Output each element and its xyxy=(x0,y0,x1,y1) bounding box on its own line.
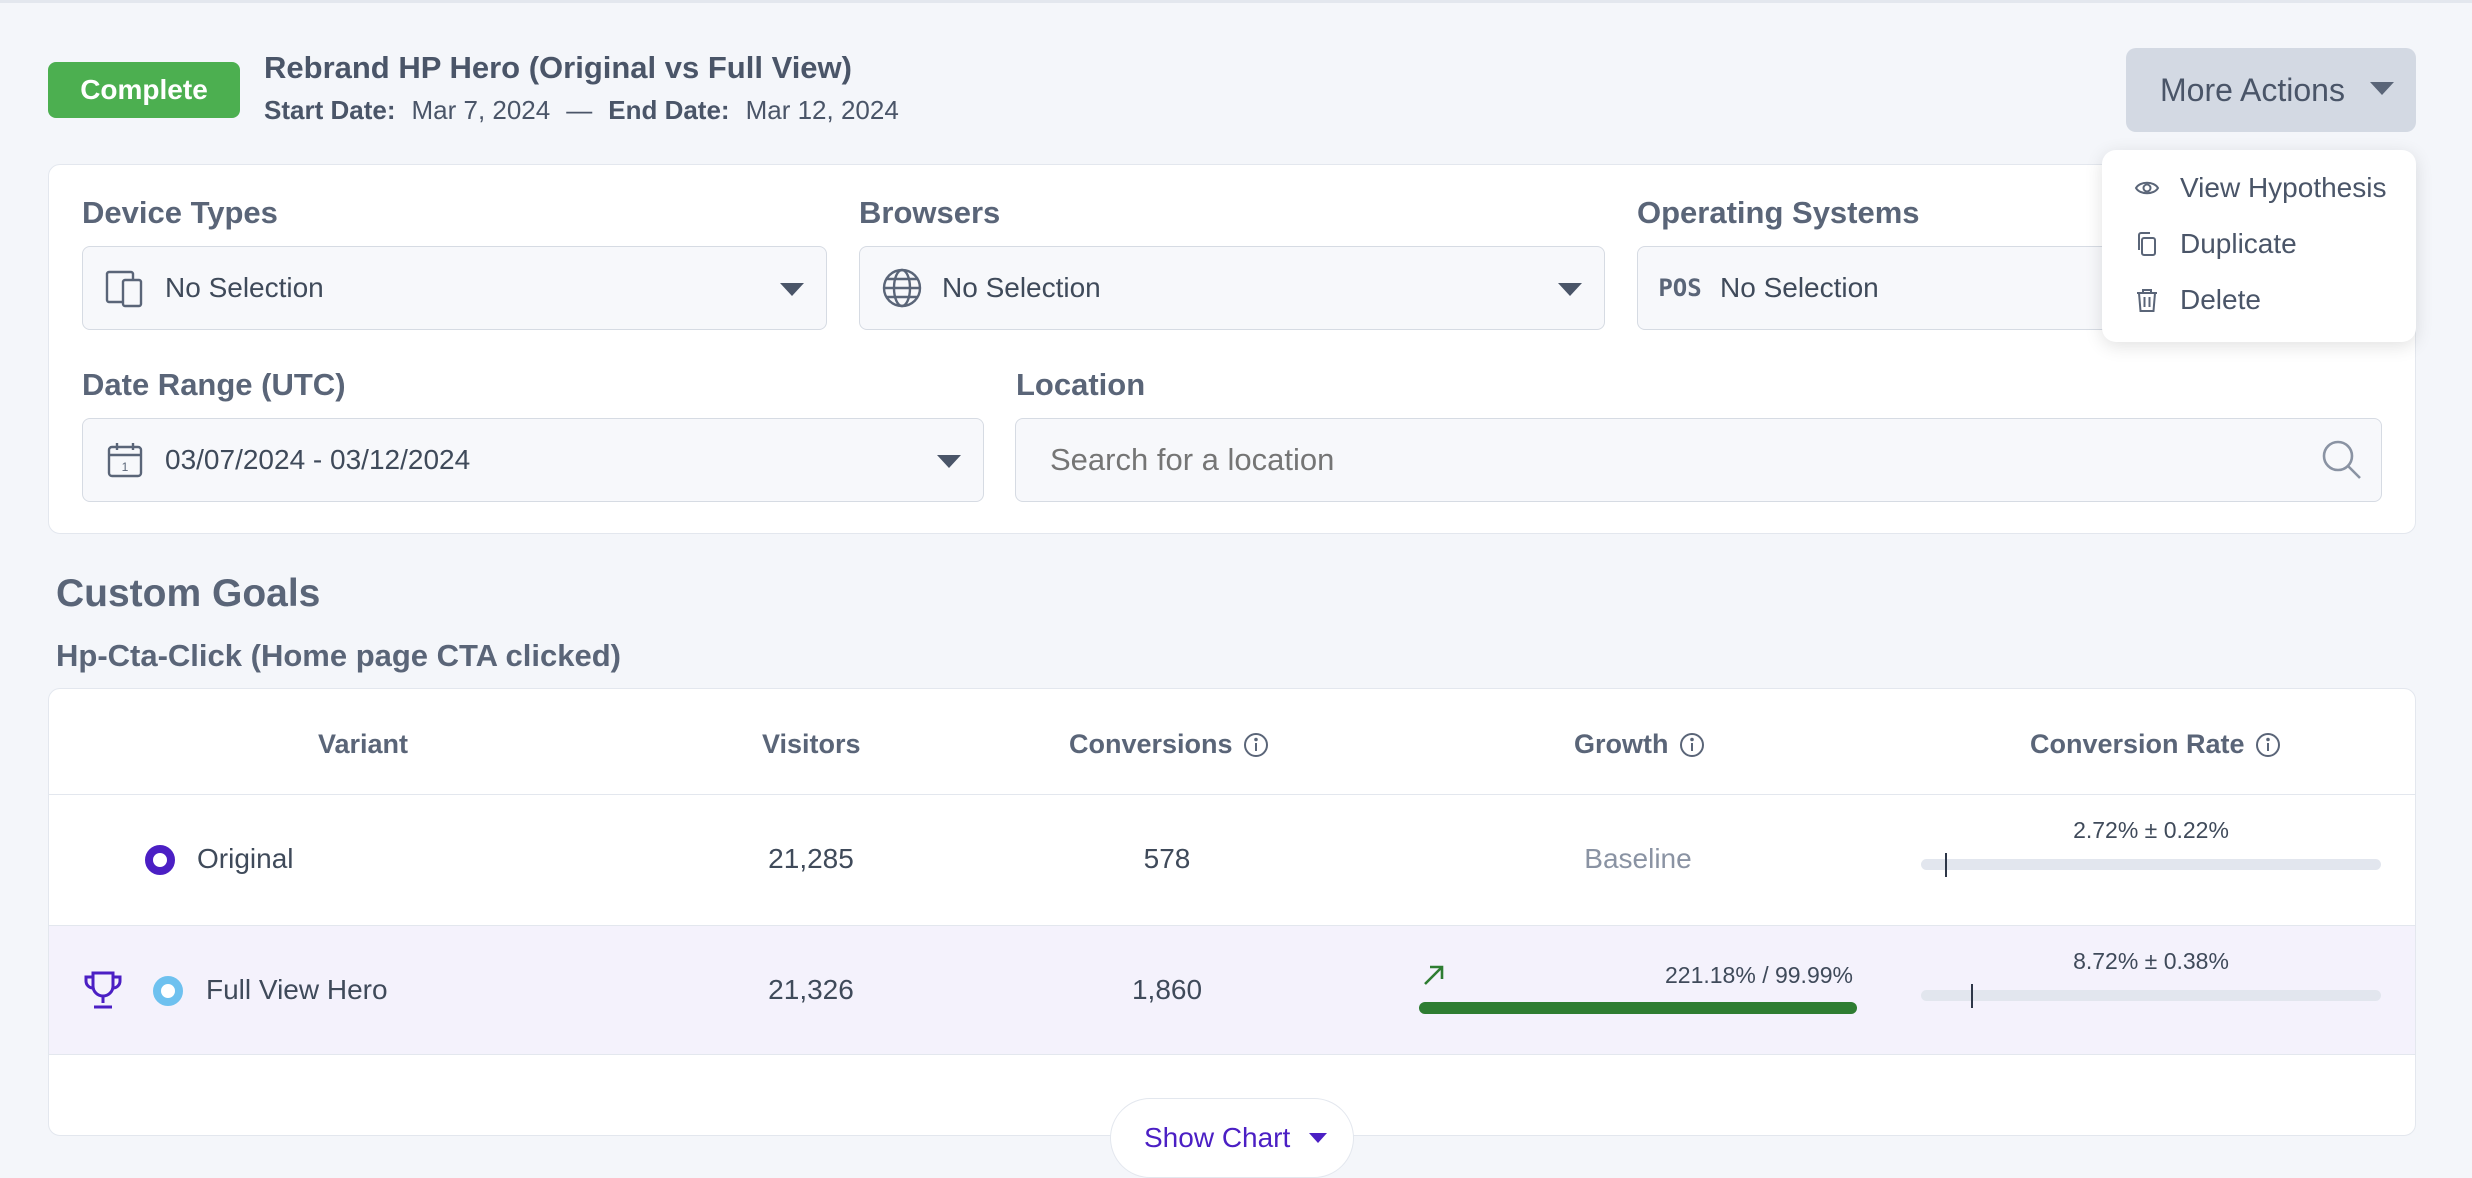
chevron-down-icon xyxy=(1309,1133,1327,1143)
column-header-visitors: Visitors xyxy=(762,729,861,760)
conversion-rate-bar xyxy=(1921,853,2381,877)
column-header-conversion-rate: Conversion Rate xyxy=(2030,729,2281,760)
experiment-dates: Start Date: Mar 7, 2024 — End Date: Mar … xyxy=(264,95,915,126)
date-range-value: 03/07/2024 - 03/12/2024 xyxy=(165,444,471,475)
growth-baseline: Baseline xyxy=(1584,843,1692,874)
globe-icon xyxy=(880,266,924,310)
end-date-label: End Date: xyxy=(608,95,730,125)
column-header-conversions: Conversions xyxy=(1069,729,1269,760)
device-types-value: No Selection xyxy=(165,272,324,303)
end-date-value: Mar 12, 2024 xyxy=(745,95,899,125)
visitors-value: 21,285 xyxy=(768,843,854,874)
date-separator: — xyxy=(566,95,593,125)
goal-title: Hp-Cta-Click (Home page CTA clicked) xyxy=(56,638,621,673)
chevron-down-icon xyxy=(780,283,804,296)
status-badge: Complete xyxy=(48,62,240,118)
menu-item-duplicate[interactable]: Duplicate xyxy=(2134,228,2297,260)
section-title: Custom Goals xyxy=(56,572,321,615)
top-divider xyxy=(0,0,2472,3)
conversions-value: 578 xyxy=(1143,843,1191,874)
variant-name: Original xyxy=(197,843,294,874)
trophy-icon xyxy=(84,971,122,1009)
browsers-value: No Selection xyxy=(942,272,1101,303)
location-search-input[interactable] xyxy=(1015,418,2382,502)
more-actions-label: More Actions xyxy=(2160,71,2345,108)
variant-name: Full View Hero xyxy=(206,974,388,1005)
date-range-label: Date Range (UTC) xyxy=(82,367,346,402)
svg-text:1: 1 xyxy=(122,460,129,474)
trash-icon xyxy=(2137,289,2157,312)
info-icon[interactable] xyxy=(1679,732,1705,758)
os-icon: POS xyxy=(1658,274,1702,302)
menu-item-label: Duplicate xyxy=(2180,228,2297,259)
conversion-rate-value: 2.72% ± 0.22% xyxy=(2073,817,2229,843)
info-icon[interactable] xyxy=(1243,732,1269,758)
column-header-growth: Growth xyxy=(1574,729,1705,760)
table-row: Full View Hero 21,326 1,860 221.18% / 99… xyxy=(49,925,2415,1055)
browsers-select[interactable]: No Selection xyxy=(859,246,1605,330)
menu-item-view-hypothesis[interactable]: View Hypothesis xyxy=(2134,172,2386,204)
column-header-label: Conversions xyxy=(1069,729,1233,759)
location-label: Location xyxy=(1016,367,1146,402)
start-date-label: Start Date: xyxy=(264,95,396,125)
more-actions-button[interactable]: More Actions xyxy=(2126,48,2416,132)
conversion-rate-bar xyxy=(1921,984,2381,1008)
variant-color-indicator xyxy=(153,976,183,1006)
devices-icon xyxy=(103,266,147,310)
table-row: Original 21,285 578 Baseline 2.72% ± 0.2… xyxy=(49,795,2415,925)
eye-icon xyxy=(2134,181,2160,195)
menu-item-label: View Hypothesis xyxy=(2180,172,2387,203)
show-chart-label: Show Chart xyxy=(1144,1122,1291,1153)
menu-item-delete[interactable]: Delete xyxy=(2134,284,2261,316)
show-chart-button[interactable]: Show Chart xyxy=(1110,1098,1354,1178)
column-header-variant: Variant xyxy=(318,729,408,760)
conversions-value: 1,860 xyxy=(1131,974,1203,1005)
device-types-label: Device Types xyxy=(82,195,278,230)
start-date-value: Mar 7, 2024 xyxy=(411,95,551,125)
conversion-rate-marker xyxy=(1945,853,1947,877)
growth-bar-fill xyxy=(1419,1002,1857,1014)
column-header-label: Visitors xyxy=(762,729,861,759)
conversion-rate-value: 8.72% ± 0.38% xyxy=(2073,948,2229,974)
column-header-label: Variant xyxy=(318,729,409,759)
column-header-label: Conversion Rate xyxy=(2030,729,2245,759)
arrow-up-right-icon xyxy=(1424,965,1444,985)
menu-item-label: Delete xyxy=(2180,284,2261,315)
info-icon[interactable] xyxy=(2255,732,2281,758)
chevron-down-icon xyxy=(937,455,961,468)
chevron-down-icon xyxy=(1558,283,1582,296)
calendar-icon: 1 xyxy=(103,438,147,482)
growth-bar xyxy=(1419,1002,1857,1014)
visitors-value: 21,326 xyxy=(768,974,854,1005)
device-types-select[interactable]: No Selection xyxy=(82,246,827,330)
column-header-label: Growth xyxy=(1574,729,1669,759)
conversion-rate-marker xyxy=(1971,984,1973,1008)
more-actions-menu: View Hypothesis Duplicate Delete xyxy=(2102,150,2416,342)
experiment-title: Rebrand HP Hero (Original vs Full View) xyxy=(264,50,852,85)
search-icon[interactable] xyxy=(2320,438,2364,482)
chevron-down-icon xyxy=(2370,82,2394,95)
date-range-select[interactable]: 1 03/07/2024 - 03/12/2024 xyxy=(82,418,984,502)
growth-value: 221.18% / 99.99% xyxy=(1665,962,1853,988)
operating-systems-label: Operating Systems xyxy=(1637,195,1920,230)
browsers-label: Browsers xyxy=(859,195,1001,230)
operating-systems-value: No Selection xyxy=(1720,272,1879,303)
copy-icon xyxy=(2138,232,2156,256)
goal-results-table: Variant Visitors Conversions Growth Conv… xyxy=(48,688,2416,1136)
variant-color-indicator xyxy=(145,845,175,875)
